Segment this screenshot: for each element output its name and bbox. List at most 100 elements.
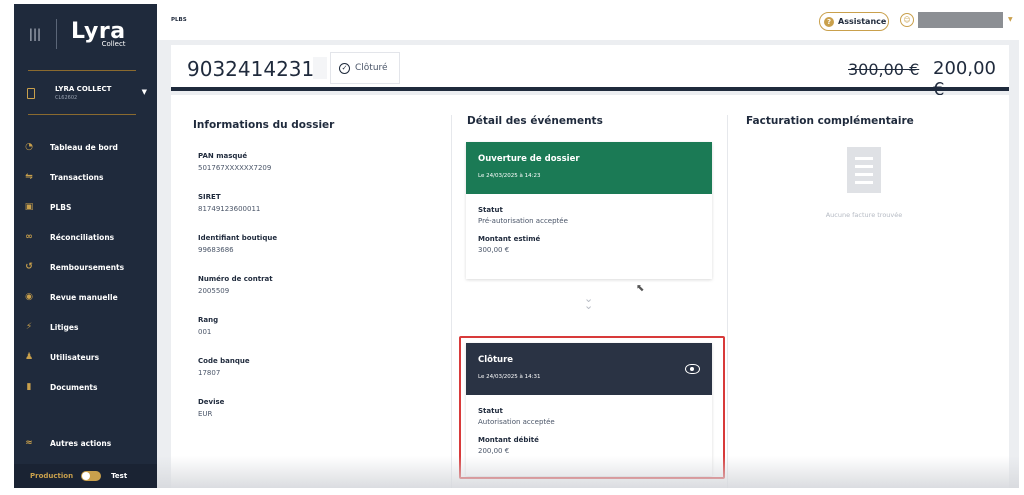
refund-icon: ↺ [25, 262, 33, 272]
highlight-frame [459, 336, 725, 479]
users-icon: ♟ [24, 352, 34, 362]
event-field-value: 300,00 € [478, 246, 510, 254]
divider [28, 114, 136, 115]
environment-switch: Production Test [14, 464, 157, 488]
autres-actions-section: ≈ Autres actions [14, 428, 157, 458]
chevron-down-icon[interactable]: ▼ [1008, 16, 1013, 23]
field-label: Code banque [198, 357, 250, 365]
gauge-icon: ◔ [25, 142, 33, 152]
field-contract: Numéro de contrat 2005509 [198, 275, 273, 295]
sidebar: ||| Lyra Collect LYRA COLLECT CL62602 ▼ … [14, 4, 157, 488]
divider [28, 70, 136, 71]
field-label: Devise [198, 398, 225, 406]
billing-empty-text: Aucune facture trouvée [825, 211, 903, 219]
field-value: EUR [198, 410, 213, 418]
sidebar-item-transactions[interactable]: ⇋ Transactions [14, 162, 157, 192]
sidebar-item-tableau-de-bord[interactable]: ◔ Tableau de bord [14, 132, 157, 162]
sidebar-item-label: Réconciliations [50, 232, 115, 242]
main-content: 90324142318 ✓ Clôturé 300,00 € 200,00 € … [157, 40, 1019, 488]
sidebar-item-reconciliations[interactable]: ∞ Réconciliations [14, 222, 157, 252]
field-currency: Devise EUR [198, 398, 224, 418]
menu-icon[interactable]: ||| [22, 27, 48, 41]
env-toggle[interactable] [81, 471, 102, 481]
sidebar-item-remboursements[interactable]: ↺ Remboursements [14, 252, 157, 282]
dossier-panel: Informations du dossier PAN masqué 50176… [171, 95, 1009, 488]
sidebar-item-label: Autres actions [50, 438, 112, 448]
event-body: Statut Pré-autorisation acceptée Montant… [466, 194, 712, 254]
receipt-icon [847, 147, 881, 193]
info-title: Informations du dossier [193, 119, 335, 131]
store-icon [27, 87, 35, 99]
divider [727, 115, 728, 488]
sidebar-item-autres-actions[interactable]: ≈ Autres actions [14, 428, 157, 458]
sidebar-item-litiges[interactable]: ⚡ Litiges [14, 312, 157, 342]
transactions-icon: ⇋ [25, 172, 33, 182]
check-circle-icon: ✓ [339, 62, 350, 74]
help-icon: ? [824, 16, 834, 27]
field-value: 17807 [198, 369, 221, 377]
sidebar-header: ||| Lyra Collect [14, 4, 157, 64]
billing-title: Facturation complémentaire [746, 115, 914, 127]
top-bar: PLBS ? Assistance ☺ ▼ [157, 4, 1019, 40]
event-date: Le 24/03/2025 à 14:23 [478, 173, 541, 179]
events-title: Détail des événements [467, 115, 603, 127]
sidebar-item-label: Transactions [50, 172, 104, 182]
event-field-label: Montant estimé [478, 235, 541, 243]
chevrons-down-icon: ⌄ ⌄ [584, 292, 594, 312]
event-field-label: Statut [478, 206, 503, 214]
mouse-cursor-icon: ⬉ [636, 283, 645, 294]
env-production-label: Production [30, 472, 74, 480]
divider [56, 19, 57, 49]
status-badge: ✓ Clôturé [330, 52, 400, 84]
assistance-button[interactable]: ? Assistance [819, 12, 889, 31]
sidebar-item-label: Revue manuelle [50, 292, 118, 302]
sidebar-item-revue-manuelle[interactable]: ◉ Revue manuelle [14, 282, 157, 312]
field-value: 81749123600011 [198, 205, 261, 213]
field-label: Rang [198, 316, 219, 324]
user-name-redacted[interactable] [918, 12, 1003, 28]
link-icon: ∞ [25, 232, 33, 242]
field-rang: Rang 001 [198, 316, 218, 336]
sidebar-item-label: Documents [50, 382, 98, 392]
merchant-code: CL62602 [55, 95, 78, 101]
breadcrumb: PLBS [171, 17, 187, 23]
sidebar-item-plbs[interactable]: ▣ PLBS [14, 192, 157, 222]
event-field-value: Pré-autorisation acceptée [478, 217, 568, 225]
briefcase-icon: ▣ [24, 202, 34, 212]
merchant-selector[interactable]: LYRA COLLECT CL62602 ▼ [14, 80, 157, 106]
field-label: PAN masqué [198, 152, 248, 160]
event-title: Ouverture de dossier [478, 154, 580, 164]
status-label: Clôturé [355, 63, 388, 73]
field-pan: PAN masqué 501767XXXXXX7209 [198, 152, 271, 172]
field-value: 501767XXXXXX7209 [198, 164, 272, 172]
eye-icon: ◉ [25, 292, 33, 302]
field-value: 99683686 [198, 246, 234, 254]
amount-original: 300,00 € [848, 60, 920, 79]
sidebar-item-label: Tableau de bord [50, 142, 118, 152]
sidebar-item-label: PLBS [50, 202, 72, 212]
env-test-label: Test [111, 472, 128, 480]
sidebar-item-label: Remboursements [50, 262, 125, 272]
field-label: Numéro de contrat [198, 275, 273, 283]
field-value: 2005509 [198, 287, 230, 295]
assistance-label: Assistance [838, 17, 887, 26]
user-icon[interactable]: ☺ [900, 13, 914, 27]
field-label: SIRET [198, 193, 221, 201]
divider [451, 115, 452, 488]
field-value: 001 [198, 328, 212, 336]
sidebar-item-label: Litiges [50, 322, 79, 332]
sidebar-nav: ◔ Tableau de bord ⇋ Transactions ▣ PLBS … [14, 132, 157, 402]
logo: Lyra Collect [71, 20, 126, 48]
gavel-icon: ⚡ [25, 322, 33, 332]
dossier-id: 90324142318 [187, 57, 327, 81]
copy-area[interactable] [313, 57, 327, 79]
sidebar-item-utilisateurs[interactable]: ♟ Utilisateurs [14, 342, 157, 372]
field-bank-code: Code banque 17807 [198, 357, 250, 377]
sidebar-item-documents[interactable]: ▮ Documents [14, 372, 157, 402]
field-siret: SIRET 81749123600011 [198, 193, 260, 213]
amount-final: 200,00 € [933, 58, 996, 100]
event-header: Ouverture de dossier Le 24/03/2025 à 14:… [466, 142, 712, 194]
sidebar-item-label: Utilisateurs [50, 352, 100, 362]
event-card-opening[interactable]: Ouverture de dossier Le 24/03/2025 à 14:… [466, 142, 712, 279]
chevron-down-icon: ▼ [141, 88, 147, 96]
